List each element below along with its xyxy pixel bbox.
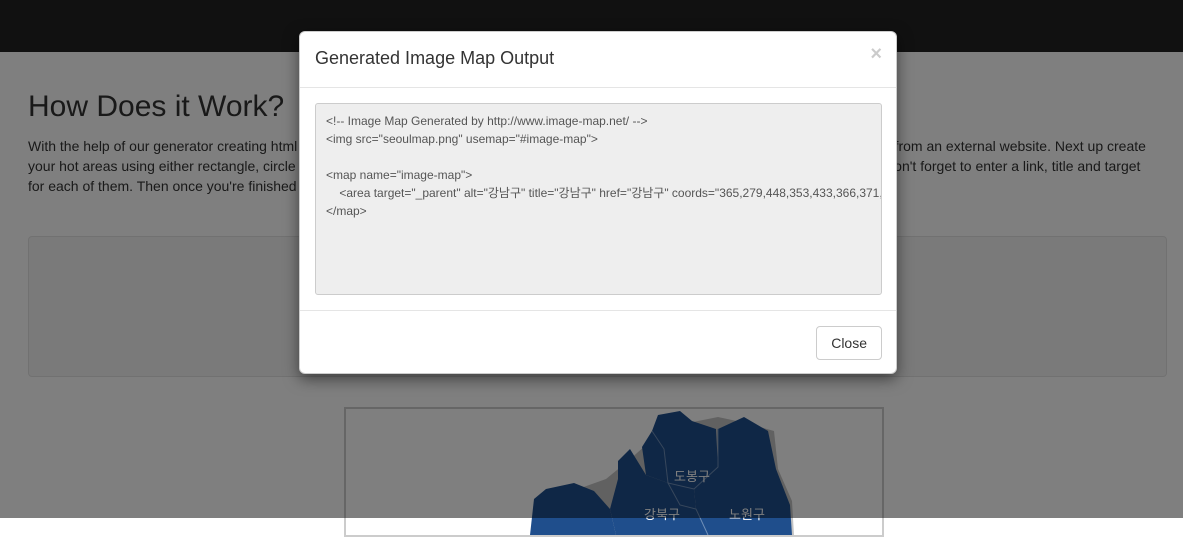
- close-icon[interactable]: ×: [870, 44, 882, 64]
- output-modal: Generated Image Map Output × <!-- Image …: [299, 31, 897, 374]
- modal-title: Generated Image Map Output: [315, 48, 555, 68]
- modal-header: Generated Image Map Output ×: [300, 32, 896, 88]
- close-button[interactable]: Close: [816, 326, 882, 360]
- modal-footer: Close: [300, 310, 896, 374]
- code-output-textarea[interactable]: <!-- Image Map Generated by http://www.i…: [315, 103, 882, 295]
- modal-body: <!-- Image Map Generated by http://www.i…: [315, 103, 882, 295]
